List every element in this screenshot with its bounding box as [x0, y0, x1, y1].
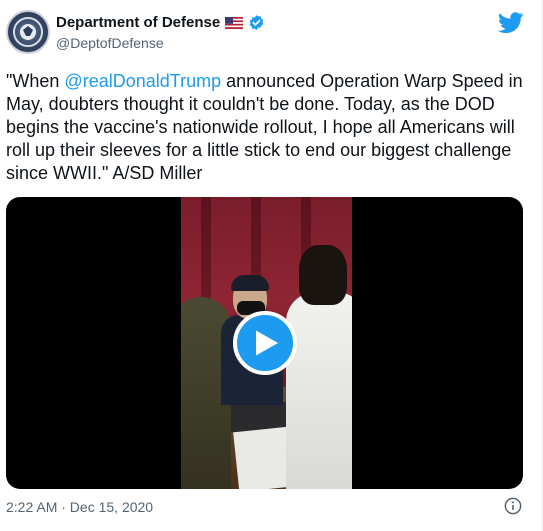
person-right-hair — [299, 245, 347, 305]
us-flag-icon — [225, 16, 244, 29]
display-name[interactable]: Department of Defense — [56, 14, 220, 31]
video-player[interactable] — [6, 197, 523, 489]
info-icon[interactable] — [504, 497, 522, 515]
person-right-body — [286, 292, 352, 489]
tweet-text: "When @realDonaldTrump announced Operati… — [6, 70, 531, 185]
play-button[interactable] — [233, 311, 297, 375]
tweet-card: Department of Defense @DeptofDefense "Wh… — [0, 0, 543, 531]
verified-badge-icon — [249, 15, 264, 30]
tweet-timestamp[interactable]: 2:22 AM · Dec 15, 2020 — [6, 499, 153, 515]
author-line: Department of Defense — [56, 14, 265, 31]
twitter-bird-icon[interactable] — [498, 12, 524, 34]
play-icon — [256, 330, 278, 356]
tweet-text-start: "When — [6, 71, 65, 91]
avatar[interactable] — [6, 10, 50, 54]
mention-link[interactable]: @realDonaldTrump — [64, 71, 221, 91]
handle[interactable]: @DeptofDefense — [56, 35, 164, 51]
person-center-cap — [231, 275, 269, 291]
